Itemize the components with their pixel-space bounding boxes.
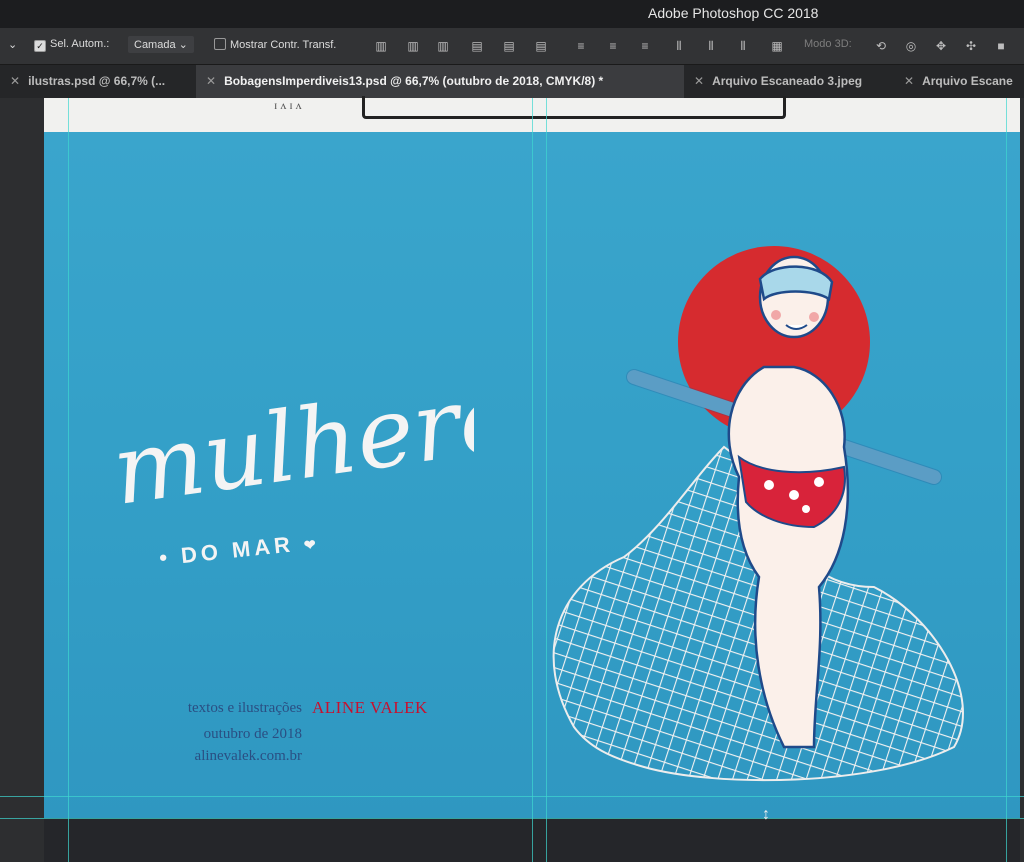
auto-select-value: Camada <box>134 39 176 51</box>
auto-select-label: Sel. Autom.: <box>50 38 110 50</box>
illustration-woman-with-net <box>552 246 964 782</box>
slide-3d-icon[interactable]: ✣ <box>962 37 980 55</box>
tool-preset-chevron-icon[interactable]: ⌄ <box>8 38 17 51</box>
align-right-icon[interactable]: ▤ <box>532 37 550 55</box>
rotated-text-fragment: ɪ ʌ ɪ ʌ <box>274 98 302 112</box>
align-left-icon[interactable]: ▤ <box>468 37 486 55</box>
auto-align-icon[interactable]: ▦ <box>768 37 786 55</box>
website: alinevalek.com.br <box>194 748 302 764</box>
publication-date: outubro de 2018 <box>203 726 302 742</box>
document-tab-bar: ✕ ilustras.psd @ 66,7% (... ✕ BobagensImpe… <box>0 65 1024 98</box>
guide-horizontal[interactable] <box>0 818 1024 819</box>
auto-select-dropdown[interactable]: Camada ⌄ <box>128 36 194 53</box>
move-cursor-icon: ↕ <box>762 806 770 823</box>
checkbox-empty-icon <box>214 38 226 50</box>
close-tab-icon[interactable]: ✕ <box>904 74 914 88</box>
title-bar: Adobe Photoshop CC 2018 <box>0 0 1024 28</box>
tab-label: Arquivo Escane <box>922 74 1013 88</box>
tab-label: ilustras.psd @ 66,7% (... <box>28 74 166 88</box>
tab-ilustras[interactable]: ✕ ilustras.psd @ 66,7% (... <box>0 65 206 98</box>
tab-arquivo-escaneado[interactable]: ✕ Arquivo Escane <box>894 65 1024 98</box>
tab-label: Arquivo Escaneado 3.jpeg <box>712 74 863 88</box>
distribute-vcenter-icon[interactable]: ≡ <box>604 37 622 55</box>
auto-select-checkbox[interactable]: ✓ Sel. Autom.: <box>34 38 109 52</box>
distribute-top-icon[interactable]: ≡ <box>572 37 590 55</box>
tab-arquivo-escaneado-3[interactable]: ✕ Arquivo Escaneado 3.jpeg <box>684 65 904 98</box>
author-name: ALINE VALEK <box>312 698 428 717</box>
title-script-text: mulheres <box>114 372 474 527</box>
tab-label: BobagensImperdiveis13.psd @ 66,7% (outub… <box>224 74 604 88</box>
align-bottom-icon[interactable]: ▥ <box>434 37 452 55</box>
tab-bobagens[interactable]: ✕ BobagensImperdiveis13.psd @ 66,7% (outu… <box>196 65 684 98</box>
distribute-left-icon[interactable]: ⫴ <box>670 37 688 55</box>
guide-horizontal[interactable] <box>0 796 1024 797</box>
align-hcenter-icon[interactable]: ▤ <box>500 37 518 55</box>
distribute-right-icon[interactable]: ⫴ <box>734 37 752 55</box>
app-title: Adobe Photoshop CC 2018 <box>648 5 819 21</box>
show-transform-label: Mostrar Contr. Transf. <box>230 39 337 51</box>
show-transform-checkbox[interactable]: Mostrar Contr. Transf. <box>214 38 336 51</box>
close-tab-icon[interactable]: ✕ <box>694 74 704 88</box>
guide-vertical[interactable] <box>532 98 533 862</box>
distribute-bottom-icon[interactable]: ≡ <box>636 37 654 55</box>
scale-3d-icon[interactable]: ■ <box>992 37 1010 55</box>
align-top-icon[interactable]: ▥ <box>372 37 390 55</box>
pan-3d-icon[interactable]: ✥ <box>932 37 950 55</box>
roll-3d-icon[interactable]: ◎ <box>902 37 920 55</box>
close-tab-icon[interactable]: ✕ <box>10 74 20 88</box>
checkbox-check-icon: ✓ <box>34 40 46 52</box>
guide-vertical[interactable] <box>1006 98 1007 862</box>
close-tab-icon[interactable]: ✕ <box>206 74 216 88</box>
distribute-hcenter-icon[interactable]: ⫴ <box>702 37 720 55</box>
dot-icon: • <box>158 544 173 571</box>
previous-page-frame <box>362 96 786 119</box>
options-bar: ⌄ ✓ Sel. Autom.: Camada ⌄ Mostrar Contr. … <box>0 28 1024 65</box>
title-lettering: mulheres <box>114 372 474 527</box>
align-vcenter-icon[interactable]: ▥ <box>404 37 422 55</box>
heart-icon: ❤ <box>303 535 321 554</box>
guide-vertical[interactable] <box>68 98 69 862</box>
credit-label: textos e ilustrações <box>187 700 302 716</box>
mode-3d-label: Modo 3D: <box>804 38 852 50</box>
guide-vertical[interactable] <box>546 98 547 862</box>
rotate-3d-icon[interactable]: ⟲ <box>872 37 890 55</box>
